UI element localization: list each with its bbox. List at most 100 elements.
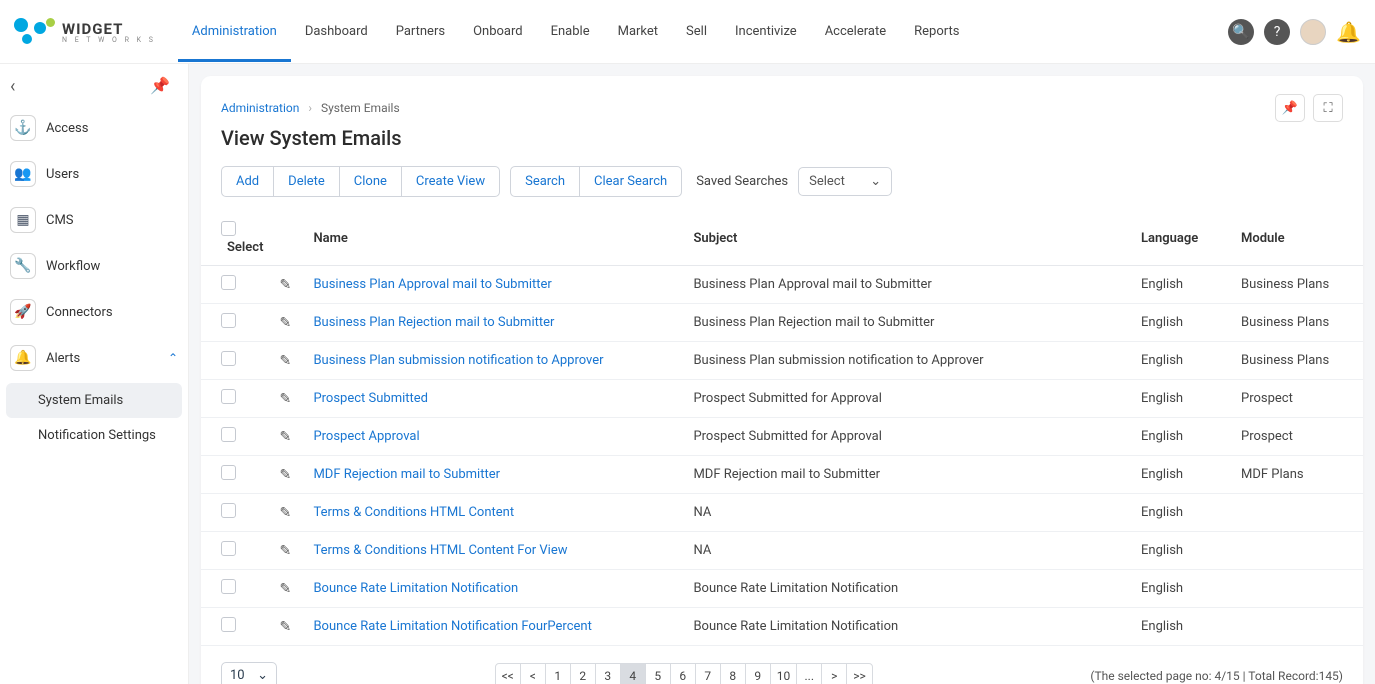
page-5[interactable]: 5 [645,663,671,684]
sidebar-item-access[interactable]: ⚓Access [0,105,188,151]
row-checkbox[interactable] [221,427,236,442]
email-module [1233,608,1363,646]
page-3[interactable]: 3 [595,663,621,684]
email-subject: Bounce Rate Limitation Notification [685,570,1133,608]
email-name-link[interactable]: Business Plan submission notification to… [313,353,603,368]
sidebar-item-connectors[interactable]: 🚀Connectors [0,289,188,335]
saved-searches-select[interactable]: Select ⌄ [798,167,892,196]
row-checkbox[interactable] [221,503,236,518]
sidebar-item-workflow[interactable]: 🔧Workflow [0,243,188,289]
edit-icon[interactable]: ✎ [279,505,291,521]
toolbar-group-1: AddDeleteCloneCreate View [221,166,500,197]
page->>[interactable]: >> [846,663,873,684]
page->[interactable]: > [821,663,847,684]
nav-enable[interactable]: Enable [537,2,604,62]
card: Administration › System Emails 📌 ⛶ View … [201,76,1363,684]
page-1[interactable]: 1 [545,663,571,684]
search-button[interactable]: Search [510,166,580,197]
row-checkbox[interactable] [221,389,236,404]
edit-icon[interactable]: ✎ [279,353,291,369]
edit-icon[interactable]: ✎ [279,619,291,635]
add-button[interactable]: Add [221,166,274,197]
email-module: Business Plans [1233,266,1363,304]
avatar[interactable] [1300,19,1326,45]
row-checkbox[interactable] [221,465,236,480]
clone-button[interactable]: Clone [339,166,402,197]
email-name-link[interactable]: Business Plan Rejection mail to Submitte… [313,315,554,330]
help-icon[interactable]: ? [1264,19,1290,45]
sidebar-item-alerts[interactable]: 🔔Alerts⌃ [0,335,188,381]
logo[interactable]: WIDGET N E T W O R K S [14,16,156,48]
row-checkbox[interactable] [221,351,236,366]
topbar: WIDGET N E T W O R K S AdministrationDas… [0,0,1375,64]
edit-icon[interactable]: ✎ [279,467,291,483]
row-checkbox[interactable] [221,579,236,594]
row-checkbox[interactable] [221,541,236,556]
row-checkbox[interactable] [221,617,236,632]
email-name-link[interactable]: Terms & Conditions HTML Content For View [313,543,567,558]
nav-incentivize[interactable]: Incentivize [721,2,811,62]
sidebar-item-users[interactable]: 👥Users [0,151,188,197]
email-name-link[interactable]: Prospect Approval [313,429,419,444]
nav-sell[interactable]: Sell [672,2,721,62]
email-name-link[interactable]: Bounce Rate Limitation Notification Four… [313,619,591,634]
sidebar: ‹ 📌 ⚓Access👥Users▦CMS🔧Workflow🚀Connector… [0,64,189,684]
edit-icon[interactable]: ✎ [279,581,291,597]
page-...[interactable]: ... [796,663,822,684]
nav-market[interactable]: Market [604,2,672,62]
nav-onboard[interactable]: Onboard [459,2,537,62]
email-name-link[interactable]: Terms & Conditions HTML Content [313,505,514,520]
email-language: English [1133,456,1233,494]
page-10[interactable]: 10 [770,663,798,684]
sidebar-item-label: Workflow [46,259,178,274]
edit-icon[interactable]: ✎ [279,315,291,331]
edit-icon[interactable]: ✎ [279,277,291,293]
email-name-link[interactable]: Bounce Rate Limitation Notification [313,581,518,596]
edit-icon[interactable]: ✎ [279,543,291,559]
search-icon[interactable]: 🔍 [1228,19,1254,45]
page-2[interactable]: 2 [570,663,596,684]
row-checkbox[interactable] [221,313,236,328]
email-subject: Business Plan submission notification to… [685,342,1133,380]
nav-accelerate[interactable]: Accelerate [811,2,900,62]
sidebar-sub-system-emails[interactable]: System Emails [6,383,182,418]
page-6[interactable]: 6 [670,663,696,684]
delete-button[interactable]: Delete [273,166,340,197]
email-subject: Prospect Submitted for Approval [685,418,1133,456]
breadcrumb-root[interactable]: Administration [221,101,299,115]
email-subject: NA [685,494,1133,532]
sidebar-item-cms[interactable]: ▦CMS [0,197,188,243]
page-4[interactable]: 4 [620,663,646,684]
bell-icon[interactable]: 🔔 [1336,20,1361,44]
page-size-select[interactable]: 10 ⌄ [221,662,277,684]
page-9[interactable]: 9 [745,663,771,684]
email-language: English [1133,532,1233,570]
email-name-link[interactable]: Business Plan Approval mail to Submitter [313,277,551,292]
card-pin-icon[interactable]: 📌 [1275,94,1305,122]
sidebar-sub-notification-settings[interactable]: Notification Settings [6,418,182,453]
sidebar-pin-icon[interactable]: 📌 [150,76,170,97]
email-subject: NA [685,532,1133,570]
sidebar-item-label: Connectors [46,305,178,320]
create-view-button[interactable]: Create View [401,166,500,197]
page-8[interactable]: 8 [720,663,746,684]
page-<<[interactable]: << [495,663,521,684]
clear-search-button[interactable]: Clear Search [579,166,682,197]
nav-dashboard[interactable]: Dashboard [291,2,382,62]
sidebar-back-icon[interactable]: ‹ [10,76,15,97]
page-7[interactable]: 7 [695,663,721,684]
row-checkbox[interactable] [221,275,236,290]
table-row: ✎ Terms & Conditions HTML Content For Vie… [201,532,1363,570]
nav-administration[interactable]: Administration [178,2,291,62]
edit-icon[interactable]: ✎ [279,391,291,407]
edit-icon[interactable]: ✎ [279,429,291,445]
breadcrumb-sep-icon: › [308,101,312,115]
page-<[interactable]: < [520,663,546,684]
sidebar-item-label: Alerts [46,351,168,366]
expand-icon[interactable]: ⛶ [1313,94,1343,122]
select-all-checkbox[interactable] [221,221,236,236]
nav-partners[interactable]: Partners [382,2,459,62]
nav-reports[interactable]: Reports [900,2,973,62]
email-name-link[interactable]: MDF Rejection mail to Submitter [313,467,500,482]
email-name-link[interactable]: Prospect Submitted [313,391,428,406]
